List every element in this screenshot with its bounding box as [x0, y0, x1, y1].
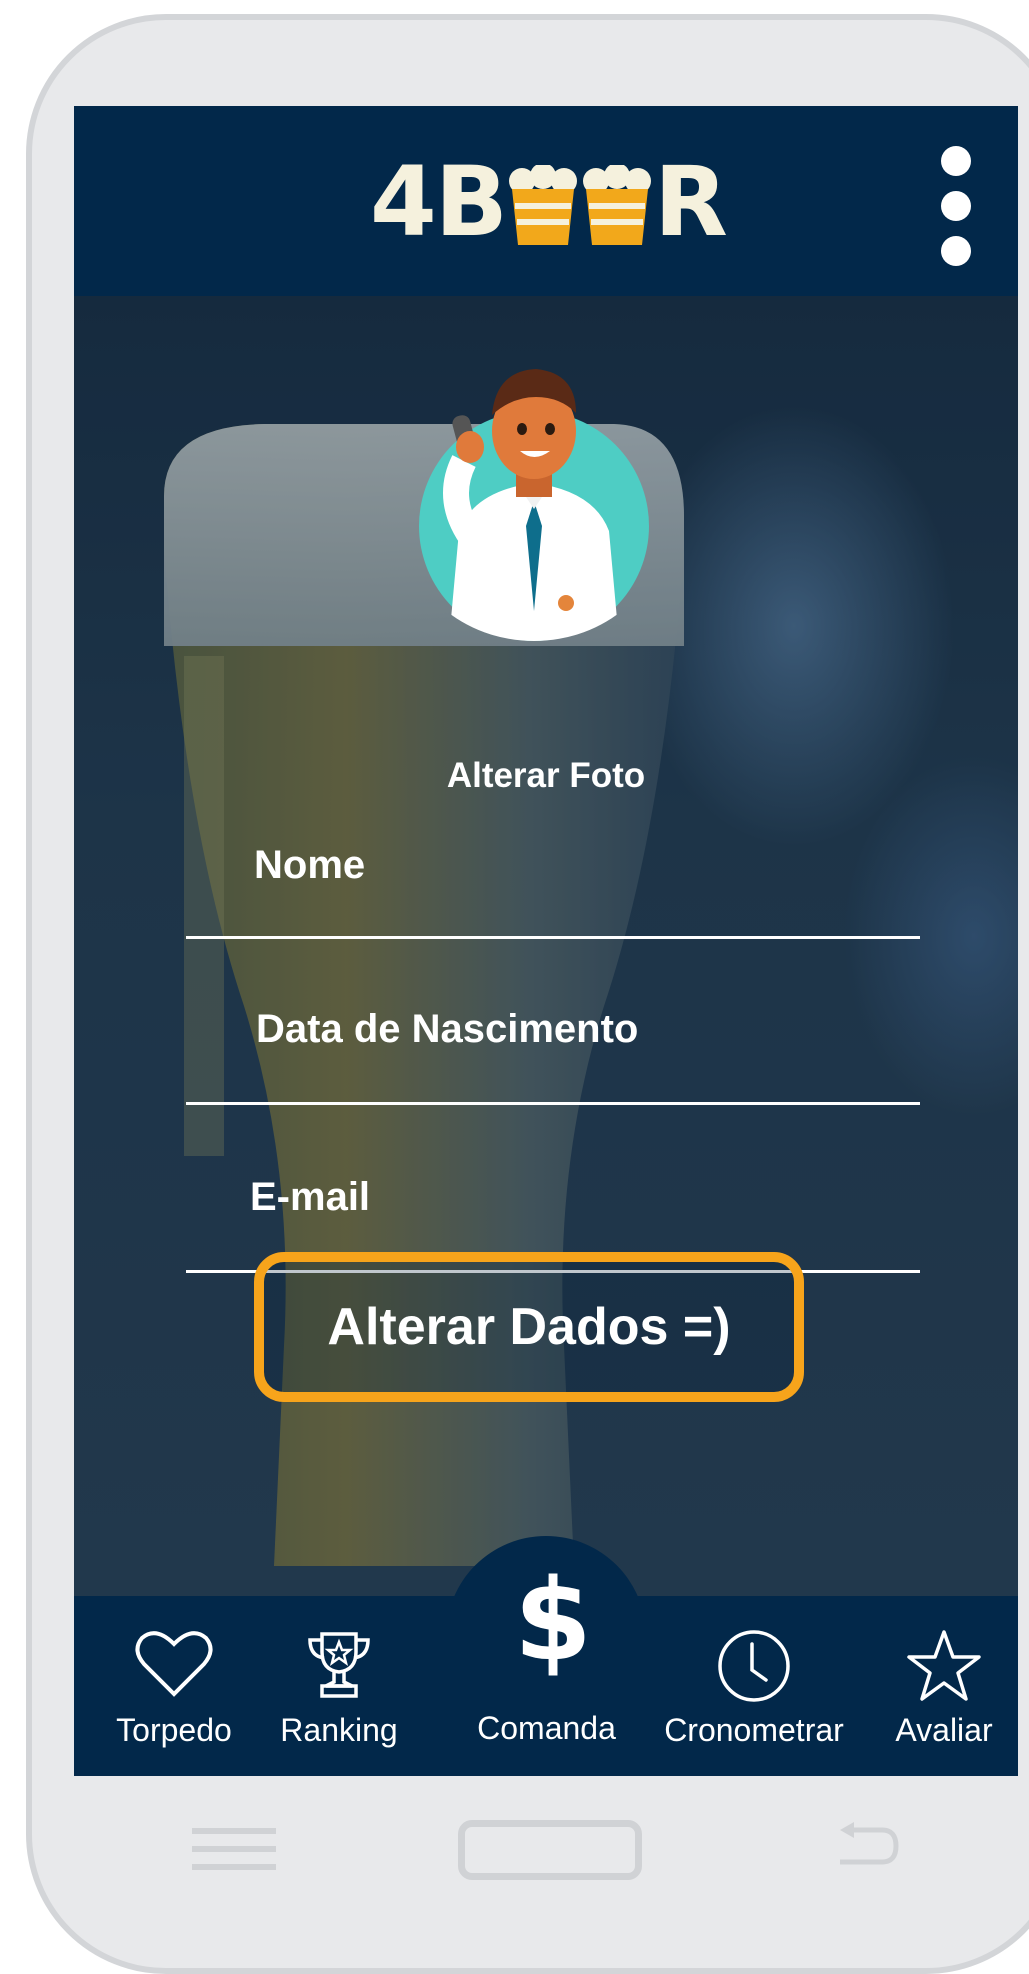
heart-icon: [135, 1631, 213, 1697]
tab-comanda-label: Comanda: [477, 1710, 616, 1746]
update-data-button-label: Alterar Dados =): [327, 1298, 731, 1356]
app-screen: 4B R Alterar Foto Nome Data de Nasciment…: [74, 106, 1018, 1776]
tab-avaliar-label: Avaliar: [895, 1712, 993, 1748]
home-button[interactable]: [458, 1820, 642, 1880]
email-field[interactable]: E-mail: [250, 1174, 370, 1220]
profile-avatar[interactable]: [404, 351, 664, 641]
kebab-menu-icon[interactable]: [936, 146, 976, 266]
tab-torpedo-label: Torpedo: [116, 1712, 232, 1748]
back-arrow-icon[interactable]: [834, 1820, 900, 1872]
app-logo: 4B R: [370, 146, 728, 258]
tab-avaliar[interactable]: Avaliar: [884, 1628, 1004, 1748]
change-photo-link[interactable]: Alterar Foto: [74, 756, 1018, 796]
birthdate-field[interactable]: Data de Nascimento: [256, 1006, 638, 1052]
birthdate-field-underline: [186, 1102, 920, 1105]
dollar-icon: $: [514, 1556, 592, 1686]
tab-comanda[interactable]: Comanda: [459, 1710, 634, 1746]
tab-ranking[interactable]: Ranking: [264, 1628, 414, 1748]
beer-mug-icon: [582, 165, 651, 245]
menu-lines-icon[interactable]: [192, 1826, 276, 1874]
logo-text-left: 4B: [370, 146, 508, 258]
tab-ranking-label: Ranking: [280, 1712, 398, 1748]
update-data-button[interactable]: Alterar Dados =): [254, 1252, 804, 1402]
name-field-underline: [186, 936, 920, 939]
tab-cronometrar[interactable]: Cronometrar: [654, 1628, 854, 1748]
tab-cronometrar-label: Cronometrar: [664, 1712, 844, 1748]
tab-torpedo[interactable]: Torpedo: [109, 1628, 239, 1748]
beer-mug-icon: [508, 165, 577, 245]
trophy-icon: [308, 1632, 370, 1698]
clock-icon: [718, 1630, 790, 1702]
name-field[interactable]: Nome: [254, 842, 365, 888]
star-icon: [907, 1630, 981, 1701]
logo-text-right: R: [653, 146, 728, 258]
app-header: 4B R: [74, 106, 1018, 296]
